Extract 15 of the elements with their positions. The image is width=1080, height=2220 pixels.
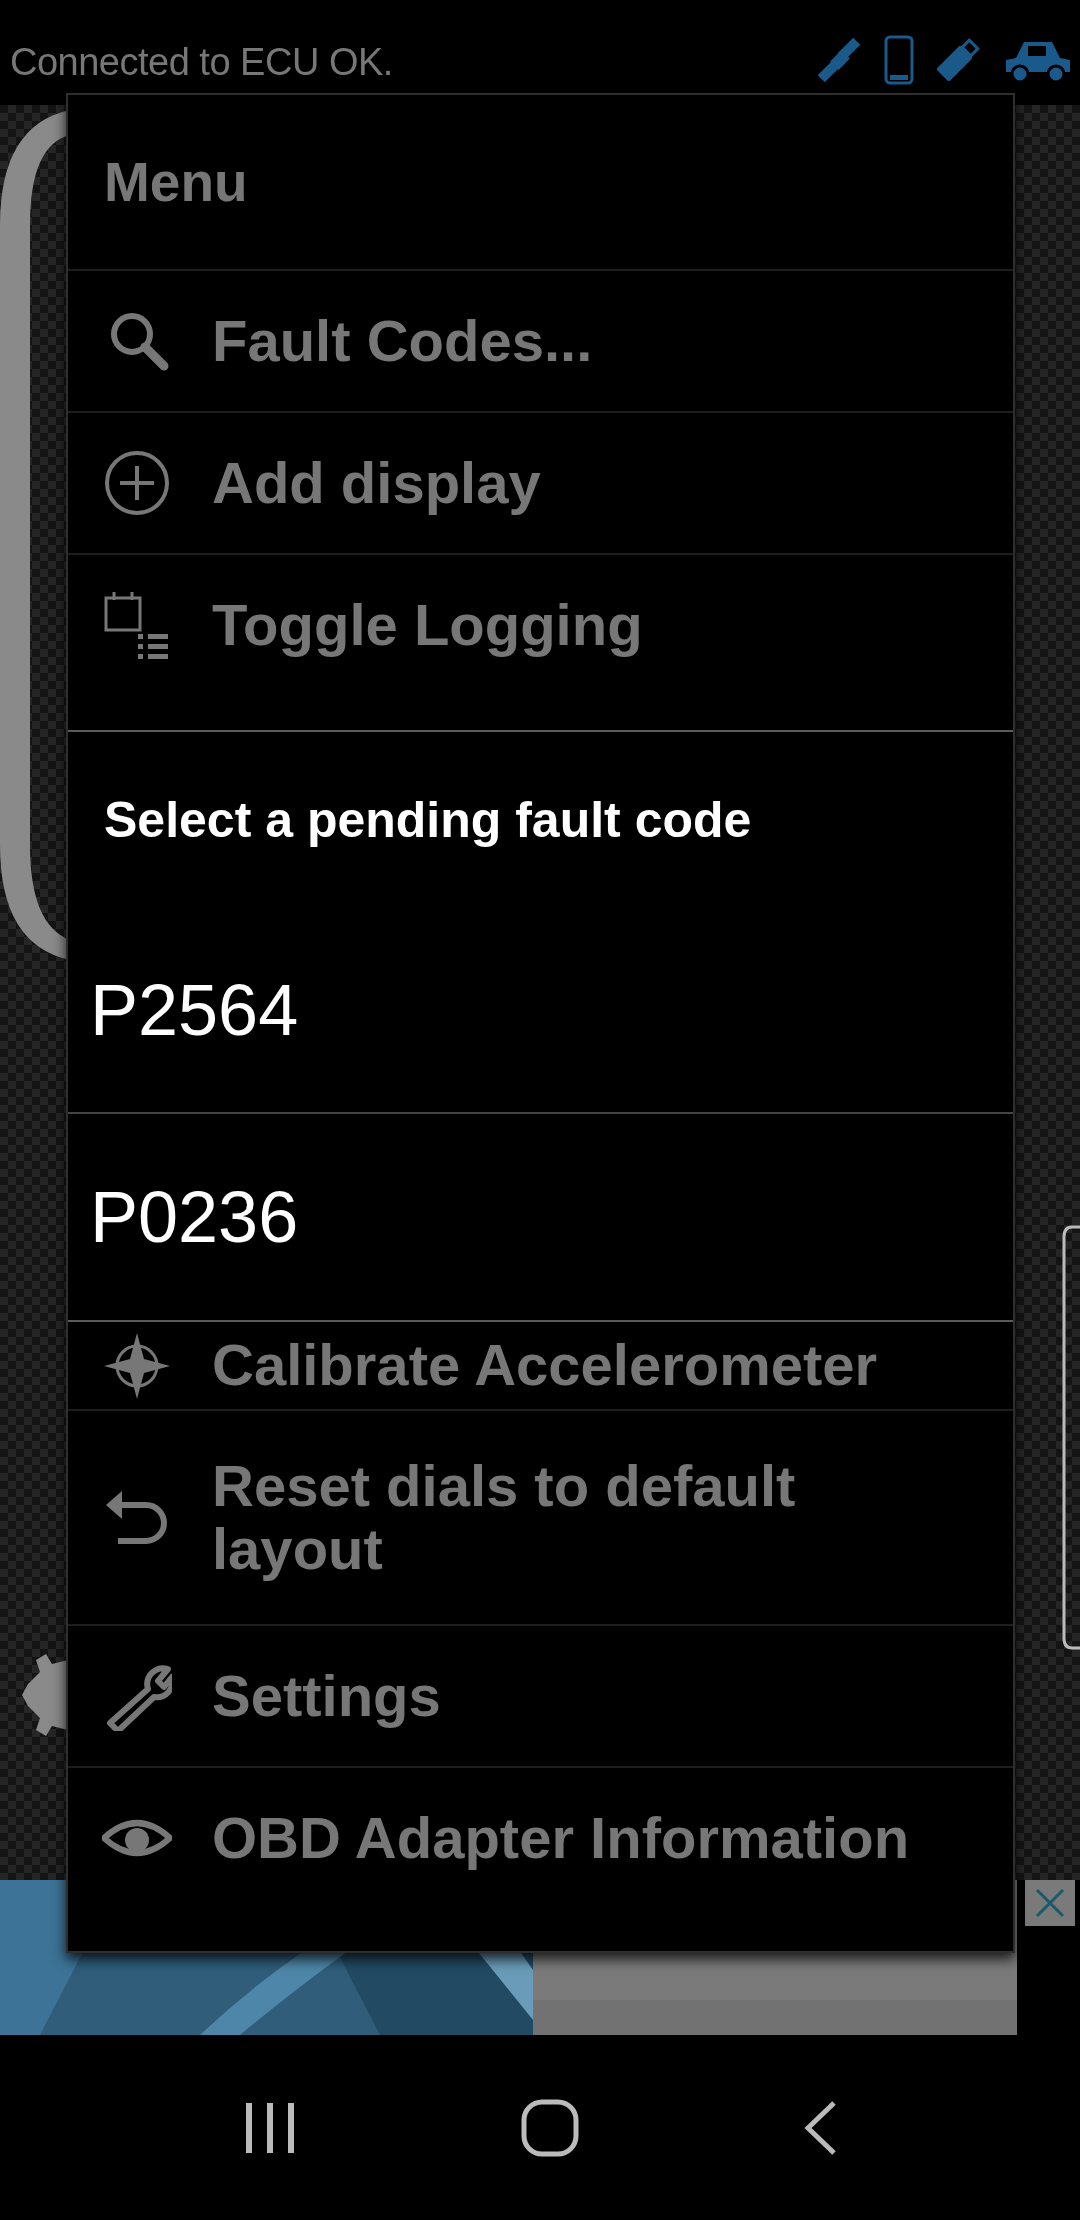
phone-icon [884, 34, 914, 85]
menu-title: Menu [103, 150, 249, 215]
dialog-title: Select a pending fault code [103, 790, 753, 850]
menu-item[interactable]: Settings [68, 1624, 1013, 1766]
connection-status: Connected to ECU OK. [10, 40, 393, 84]
fault-code-option[interactable]: P0236 [68, 1112, 1013, 1320]
menu-item[interactable]: OBD Adapter Information [68, 1766, 1013, 1908]
menu-item[interactable]: Toggle Logging [68, 553, 1013, 695]
menu-item[interactable]: Calibrate Accelerometer [68, 1322, 1013, 1409]
home-icon[interactable] [521, 2098, 579, 2157]
plus-circle-icon [102, 448, 172, 518]
menu-item[interactable]: Fault Codes... [68, 269, 1013, 411]
fault-code-option[interactable]: P2564 [68, 907, 1013, 1112]
menu-item[interactable]: Reset dials to default layout [68, 1409, 1013, 1624]
menu-item[interactable]: Add display [68, 411, 1013, 553]
